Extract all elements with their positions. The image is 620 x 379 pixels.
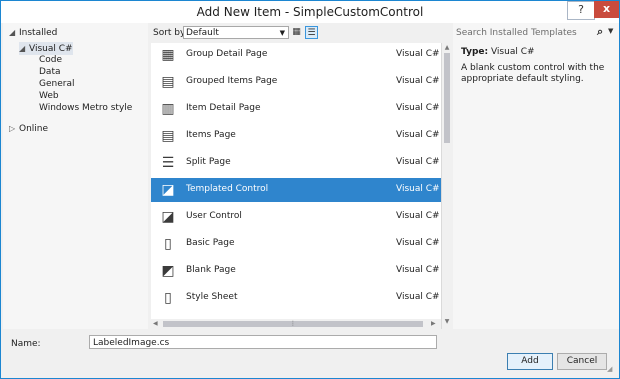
help-button[interactable]: ? [567,1,595,20]
template-item-label: Basic Page [186,238,235,248]
template-item-group-detail-page[interactable]: ▦ Group Detail Page Visual C# [151,43,441,67]
scroll-down-icon[interactable]: ▼ [443,318,451,325]
horizontal-scroll-thumb[interactable]: ⋮ [163,321,423,327]
template-item-language: Visual C# [396,103,440,113]
scroll-up-icon[interactable]: ▲ [443,44,451,51]
template-item-label: User Control [186,211,242,221]
template-item-language: Visual C# [396,238,440,248]
template-item-language: Visual C# [396,157,440,167]
tree-item-installed[interactable]: ◢ Installed [9,26,57,39]
template-item-label: Split Page [186,157,231,167]
list-view-icon[interactable]: ☰ [305,26,318,39]
template-list-horizontal-scrollbar[interactable]: ◀ ⋮ ▶ [151,319,441,329]
blank-page-icon: ◩ [161,263,175,279]
add-button[interactable]: Add [507,353,553,370]
search-icon[interactable]: ⌕ [597,25,603,39]
template-list: ▦ Group Detail Page Visual C# ▤ Grouped Item… [151,43,441,329]
search-box[interactable]: Search Installed Templates ⌕ ▼ [455,25,615,41]
tree-item-label: Code [39,55,63,65]
details-pane: Search Installed Templates ⌕ ▼ Type: Vis… [453,23,619,329]
template-item-language: Visual C# [396,211,440,221]
template-item-user-control[interactable]: ◪ User Control Visual C# [151,205,441,229]
user-control-icon: ◪ [161,209,175,225]
tree-item-label: Installed [19,28,58,38]
cancel-button[interactable]: Cancel [557,353,607,370]
tree-item-windows-metro-style[interactable]: Windows Metro style [29,102,132,115]
type-value: Visual C# [490,47,535,57]
template-item-label: Group Detail Page [186,49,268,59]
template-item-language: Visual C# [396,130,440,140]
expand-arrow-icon[interactable]: ▷ [9,122,19,135]
split-page-icon: ☰ [161,155,175,171]
add-new-item-dialog: Add New Item - SimpleCustomControl ? x ◢… [0,0,620,379]
chevron-down-icon: ▼ [279,29,285,37]
item-detail-page-icon: ▥ [161,101,175,117]
resize-grip-icon[interactable]: ◢ [607,365,612,373]
type-label: Type: [461,47,489,57]
template-item-split-page[interactable]: ☰ Split Page Visual C# [151,151,441,175]
grid-view-icon[interactable]: ▦ [290,26,303,39]
chevron-down-icon[interactable]: ▼ [608,27,613,35]
title-bar: Add New Item - SimpleCustomControl ? x [1,1,619,23]
template-item-language: Visual C# [396,265,440,275]
close-button[interactable]: x [594,1,619,18]
items-page-icon: ▤ [161,128,175,144]
sort-by-value: Default [186,28,219,38]
expand-arrow-icon[interactable]: ◢ [19,42,29,55]
tree-item-label: Data [39,67,61,77]
search-placeholder[interactable]: Search Installed Templates [456,28,577,38]
expand-arrow-icon[interactable]: ◢ [9,26,19,39]
grouped-items-page-icon: ▤ [161,74,175,90]
template-item-language: Visual C# [396,76,440,86]
tree-item-label: Online [19,124,49,134]
template-list-vertical-scrollbar[interactable]: ▲ ▼ [441,43,451,329]
scroll-left-icon[interactable]: ◀ [153,320,158,327]
type-line: Type: Visual C# [461,47,535,57]
template-description: A blank custom control with the appropri… [461,63,605,84]
tree-item-online[interactable]: ▷ Online [9,122,48,135]
template-category-tree: ◢ Installed ◢ Visual C# Code Data General Web Wi… [3,23,148,329]
group-detail-page-icon: ▦ [161,47,175,63]
style-sheet-icon: ▯ [164,290,172,306]
template-item-label: Templated Control [186,184,269,194]
template-item-item-detail-page[interactable]: ▥ Item Detail Page Visual C# [151,97,441,121]
templated-control-icon: ◪ [161,182,175,198]
template-item-label: Style Sheet [186,292,238,302]
template-item-style-sheet[interactable]: ▯ Style Sheet Visual C# [151,286,441,310]
vertical-scroll-thumb[interactable] [444,53,450,143]
template-item-templated-control[interactable]: ◪ Templated Control Visual C# [151,178,441,202]
scroll-right-icon[interactable]: ▶ [431,320,436,327]
template-item-grouped-items-page[interactable]: ▤ Grouped Items Page Visual C# [151,70,441,94]
template-item-label: Blank Page [186,265,236,275]
tree-item-label: Web [39,91,59,101]
template-item-basic-page[interactable]: ▯ Basic Page Visual C# [151,232,441,256]
tree-item-label: Windows Metro style [39,103,133,113]
template-item-language: Visual C# [396,49,440,59]
template-item-label: Grouped Items Page [186,76,278,86]
tree-item-label: General [39,79,75,89]
template-item-label: Item Detail Page [186,103,261,113]
template-item-items-page[interactable]: ▤ Items Page Visual C# [151,124,441,148]
template-item-language: Visual C# [396,292,440,302]
name-field[interactable]: LabeledImage.cs [89,335,437,349]
template-item-label: Items Page [186,130,236,140]
tree-item-label: Visual C# [29,44,73,54]
name-label: Name: [11,339,41,349]
template-item-blank-page[interactable]: ◩ Blank Page Visual C# [151,259,441,283]
template-item-language: Visual C# [396,184,440,194]
basic-page-icon: ▯ [164,236,172,252]
sort-by-dropdown[interactable]: Default ▼ [183,26,289,39]
window-title: Add New Item - SimpleCustomControl [196,5,424,19]
sort-toolbar: Sort by: Default ▼ ▦ ☰ [151,23,443,43]
